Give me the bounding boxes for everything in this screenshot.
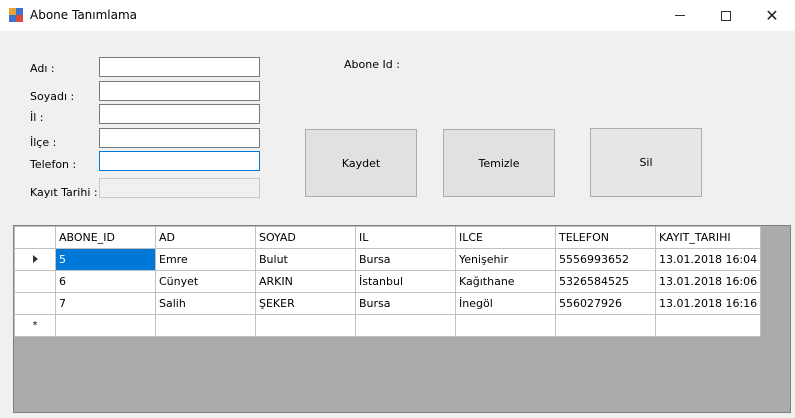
ad-input[interactable] bbox=[99, 57, 260, 77]
window-title: Abone Tanımlama bbox=[30, 8, 138, 22]
table-cell[interactable]: 7 bbox=[55, 292, 156, 315]
kaydet-button-label: Kaydet bbox=[341, 156, 381, 170]
table-cell[interactable]: Yenişehir bbox=[455, 248, 556, 271]
temizle-button[interactable]: Temizle bbox=[443, 129, 555, 197]
row-header-corner[interactable] bbox=[14, 226, 56, 249]
column-header-soyad[interactable]: SOYAD bbox=[255, 226, 356, 249]
sil-button-label: Sil bbox=[639, 156, 653, 169]
column-header-il[interactable]: IL bbox=[355, 226, 456, 249]
table-cell[interactable] bbox=[455, 314, 556, 337]
kayit-tarihi-input[interactable] bbox=[99, 178, 260, 198]
column-header-kayit-tarihi[interactable]: KAYIT_TARIHI bbox=[654, 226, 762, 249]
ilce-label: İlçe : bbox=[30, 136, 57, 149]
minimize-button[interactable] bbox=[657, 0, 703, 31]
table-cell[interactable]: 6 bbox=[55, 270, 156, 293]
table-cell[interactable] bbox=[255, 314, 356, 337]
column-header-abone-id[interactable]: ABONE_ID bbox=[55, 226, 156, 249]
table-cell[interactable] bbox=[155, 314, 256, 337]
table-cell[interactable]: 556027926 bbox=[555, 292, 656, 315]
temizle-button-label: Temizle bbox=[478, 156, 520, 170]
kayit-tarihi-label: Kayıt Tarihi : bbox=[30, 186, 98, 199]
table-cell[interactable]: Cünyet bbox=[155, 270, 256, 293]
row-header[interactable] bbox=[14, 270, 56, 293]
column-header-ilce[interactable]: ILCE bbox=[455, 226, 556, 249]
table-cell[interactable]: 13.01.2018 16:06 bbox=[654, 270, 762, 293]
table-cell[interactable] bbox=[355, 314, 456, 337]
abone-data-grid[interactable]: ABONE_ID AD SOYAD IL ILCE TELEFON KAYIT_… bbox=[13, 225, 791, 413]
table-cell[interactable]: İstanbul bbox=[355, 270, 456, 293]
table-cell[interactable]: 5326584525 bbox=[555, 270, 656, 293]
table-cell[interactable]: Bursa bbox=[355, 292, 456, 315]
ad-label: Adı : bbox=[30, 62, 55, 75]
table-cell[interactable] bbox=[555, 314, 656, 337]
table-cell[interactable]: 5556993652 bbox=[555, 248, 656, 271]
kaydet-button[interactable]: Kaydet bbox=[305, 129, 417, 197]
table-row[interactable]: 7 Salih ŞEKER Bursa İnegöl 556027926 13.… bbox=[14, 292, 762, 315]
column-header-ad[interactable]: AD bbox=[155, 226, 256, 249]
table-cell[interactable]: Kağıthane bbox=[455, 270, 556, 293]
telefon-input[interactable] bbox=[99, 151, 260, 171]
column-header-telefon[interactable]: TELEFON bbox=[555, 226, 656, 249]
table-cell[interactable]: Salih bbox=[155, 292, 256, 315]
table-cell[interactable]: Bursa bbox=[355, 248, 456, 271]
table-cell[interactable]: Bulut bbox=[255, 248, 356, 271]
close-icon: ✕ bbox=[765, 6, 779, 25]
table-row[interactable]: 5 Emre Bulut Bursa Yenişehir 5556993652 … bbox=[14, 248, 762, 271]
close-button[interactable]: ✕ bbox=[749, 0, 795, 31]
abone-id-label: Abone Id : bbox=[344, 58, 400, 71]
soyad-label: Soyadı : bbox=[30, 90, 75, 103]
new-row[interactable]: * bbox=[14, 314, 762, 337]
minimize-icon bbox=[675, 15, 685, 16]
title-bar: Abone Tanımlama ✕ bbox=[0, 0, 795, 31]
app-icon bbox=[9, 8, 23, 22]
table-row[interactable]: 6 Cünyet ARKIN İstanbul Kağıthane 532658… bbox=[14, 270, 762, 293]
sil-button[interactable]: Sil bbox=[590, 128, 702, 197]
table-cell[interactable]: 5 bbox=[55, 248, 156, 271]
grid-table: ABONE_ID AD SOYAD IL ILCE TELEFON KAYIT_… bbox=[14, 226, 762, 337]
table-cell[interactable]: ARKIN bbox=[255, 270, 356, 293]
table-cell[interactable]: İnegöl bbox=[455, 292, 556, 315]
telefon-label: Telefon : bbox=[30, 158, 77, 171]
grid-header-row: ABONE_ID AD SOYAD IL ILCE TELEFON KAYIT_… bbox=[14, 226, 762, 249]
ilce-input[interactable] bbox=[99, 128, 260, 148]
table-cell[interactable]: ŞEKER bbox=[255, 292, 356, 315]
table-cell[interactable]: 13.01.2018 16:16 bbox=[654, 292, 762, 315]
row-header[interactable] bbox=[14, 292, 56, 315]
il-label: İl : bbox=[30, 111, 44, 124]
il-input[interactable] bbox=[99, 104, 260, 124]
maximize-button[interactable] bbox=[703, 0, 749, 31]
table-cell[interactable]: 13.01.2018 16:04 bbox=[654, 248, 762, 271]
new-row-marker-icon: * bbox=[14, 314, 56, 337]
maximize-icon bbox=[721, 10, 731, 21]
table-cell[interactable] bbox=[55, 314, 156, 337]
table-cell[interactable] bbox=[654, 314, 762, 337]
row-header[interactable] bbox=[14, 248, 56, 271]
table-cell[interactable]: Emre bbox=[155, 248, 256, 271]
current-row-arrow-icon bbox=[32, 255, 38, 263]
soyad-input[interactable] bbox=[99, 81, 260, 101]
